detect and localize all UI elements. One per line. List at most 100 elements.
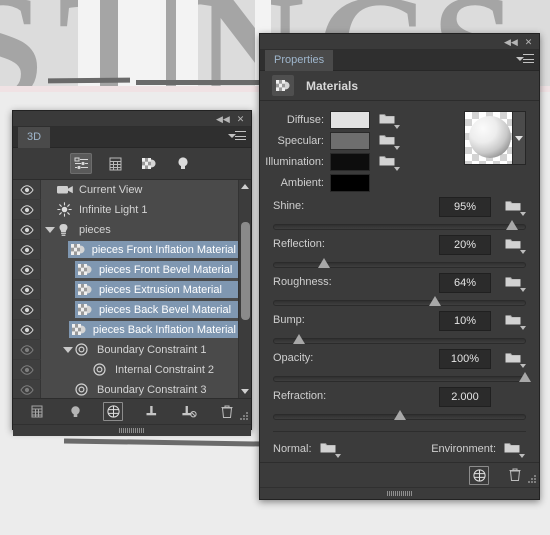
scene-row[interactable]: Boundary Constraint 1 (13, 339, 251, 360)
slider-track[interactable] (273, 334, 526, 344)
color-swatch[interactable] (330, 173, 370, 192)
collapse-icon[interactable]: ◀◀ (504, 36, 518, 48)
texture-folder-icon[interactable] (379, 111, 401, 129)
scroll-up-icon[interactable] (241, 184, 249, 189)
texture-folder-icon[interactable] (505, 198, 527, 216)
mesh-filter-icon[interactable] (104, 153, 126, 174)
scene-row[interactable]: Infinite Light 1 (13, 199, 251, 220)
panel-menu-icon[interactable] (516, 54, 534, 66)
add-light-icon[interactable] (65, 402, 85, 421)
visibility-toggle-icon[interactable] (13, 260, 41, 279)
selected-row-highlight[interactable]: pieces Front Bevel Material (75, 261, 241, 278)
scene-row[interactable]: Internal Constraint 2 (13, 359, 251, 380)
add-constraint-icon[interactable] (141, 402, 161, 421)
add-mesh-icon[interactable] (27, 402, 47, 421)
slider-track[interactable] (273, 258, 526, 268)
scene-row-body[interactable]: Internal Constraint 2 (41, 359, 251, 380)
normal-map-folder-icon[interactable] (320, 440, 342, 458)
close-icon[interactable]: ✕ (522, 36, 535, 48)
slider-thumb[interactable] (393, 410, 406, 420)
scene-row-body[interactable]: pieces (41, 219, 251, 240)
slider-thumb[interactable] (506, 220, 519, 230)
scene-row[interactable]: pieces Extrusion Material (13, 279, 251, 300)
scene-row[interactable]: pieces Back Inflation Material (13, 319, 251, 340)
slider-track[interactable] (273, 410, 526, 420)
color-swatch[interactable] (330, 131, 370, 150)
texture-folder-icon[interactable] (379, 153, 401, 171)
scene-row[interactable]: pieces Front Inflation Material (13, 239, 251, 260)
visibility-toggle-icon[interactable] (13, 220, 41, 239)
selected-row-highlight[interactable]: pieces Back Bevel Material (75, 301, 241, 318)
lights-filter-icon[interactable] (172, 153, 194, 174)
color-swatch[interactable] (330, 110, 370, 129)
visibility-toggle-icon[interactable] (13, 320, 41, 339)
slider-thumb[interactable] (293, 334, 306, 344)
drag-handle[interactable] (119, 428, 145, 433)
color-swatch[interactable] (330, 152, 370, 171)
slider-thumb[interactable] (428, 296, 441, 306)
environment-map-folder-icon[interactable] (504, 440, 526, 458)
environment-icon[interactable] (103, 402, 123, 421)
scene-row-body[interactable]: pieces Front Inflation Material (41, 239, 251, 260)
scene-row[interactable]: pieces Back Bevel Material (13, 299, 251, 320)
3d-list-scrollbar[interactable] (238, 180, 251, 398)
close-icon[interactable]: ✕ (234, 113, 247, 125)
scene-row-body[interactable]: pieces Extrusion Material (41, 279, 251, 300)
preview-dropdown-icon[interactable] (512, 112, 525, 164)
scene-row[interactable]: Current View (13, 180, 251, 200)
slider-value-input[interactable]: 64% (439, 273, 491, 293)
resize-grip[interactable] (526, 475, 536, 485)
scene-row-body[interactable]: Boundary Constraint 3 (41, 379, 251, 398)
delete-icon[interactable] (217, 402, 237, 421)
texture-folder-icon[interactable] (379, 132, 401, 150)
3d-scene-list[interactable]: Current View Infinite Light 1 pieces pie… (13, 180, 251, 398)
slider-thumb[interactable] (318, 258, 331, 268)
scroll-down-icon[interactable] (241, 389, 249, 394)
visibility-toggle-icon[interactable] (13, 340, 41, 359)
scene-row[interactable]: pieces Front Bevel Material (13, 259, 251, 280)
resize-grip[interactable] (238, 412, 248, 422)
slider-value-input[interactable]: 2.000 (439, 387, 491, 407)
scene-filter-icon[interactable] (70, 153, 92, 174)
visibility-toggle-icon[interactable] (13, 200, 41, 219)
visibility-toggle-icon[interactable] (13, 360, 41, 379)
slider-value-input[interactable]: 95% (439, 197, 491, 217)
material-sphere-preview[interactable] (464, 111, 526, 165)
scene-row-body[interactable]: pieces Back Inflation Material (41, 319, 251, 340)
scene-row-body[interactable]: Infinite Light 1 (41, 199, 251, 220)
visibility-toggle-icon[interactable] (13, 300, 41, 319)
scene-row-body[interactable]: pieces Front Bevel Material (41, 259, 251, 280)
slider-track[interactable] (273, 220, 526, 230)
visibility-toggle-icon[interactable] (13, 180, 41, 199)
disclosure-triangle-icon[interactable] (45, 226, 55, 233)
tab-3d[interactable]: 3D (18, 127, 51, 148)
texture-folder-icon[interactable] (505, 312, 527, 330)
slider-value-input[interactable]: 100% (439, 349, 491, 369)
remove-constraint-icon[interactable] (179, 402, 199, 421)
slider-track[interactable] (273, 296, 526, 306)
collapse-icon[interactable]: ◀◀ (216, 113, 230, 125)
scene-row-body[interactable]: pieces Back Bevel Material (41, 299, 251, 320)
texture-folder-icon[interactable] (505, 350, 527, 368)
scene-row-body[interactable]: Current View (41, 180, 251, 200)
selected-row-highlight[interactable]: pieces Back Inflation Material (68, 321, 241, 338)
selected-row-highlight[interactable]: pieces Extrusion Material (75, 281, 241, 298)
slider-track[interactable] (273, 372, 531, 382)
scene-row-body[interactable]: Boundary Constraint 1 (41, 339, 251, 360)
visibility-toggle-icon[interactable] (13, 380, 41, 398)
visibility-toggle-icon[interactable] (13, 240, 41, 259)
tab-properties[interactable]: Properties (265, 50, 334, 71)
new-material-icon[interactable] (469, 466, 489, 485)
scrollbar-thumb[interactable] (241, 222, 250, 320)
materials-filter-icon[interactable] (138, 153, 160, 174)
texture-folder-icon[interactable] (505, 274, 527, 292)
selected-row-highlight[interactable]: pieces Front Inflation Material (67, 241, 241, 258)
slider-thumb[interactable] (519, 372, 531, 382)
panel-menu-icon[interactable] (228, 131, 246, 143)
scene-row[interactable]: Boundary Constraint 3 (13, 379, 251, 398)
delete-icon[interactable] (505, 466, 525, 485)
drag-handle[interactable] (386, 491, 413, 496)
texture-folder-icon[interactable] (505, 236, 527, 254)
disclosure-triangle-icon[interactable] (63, 346, 73, 353)
slider-value-input[interactable]: 10% (439, 311, 491, 331)
